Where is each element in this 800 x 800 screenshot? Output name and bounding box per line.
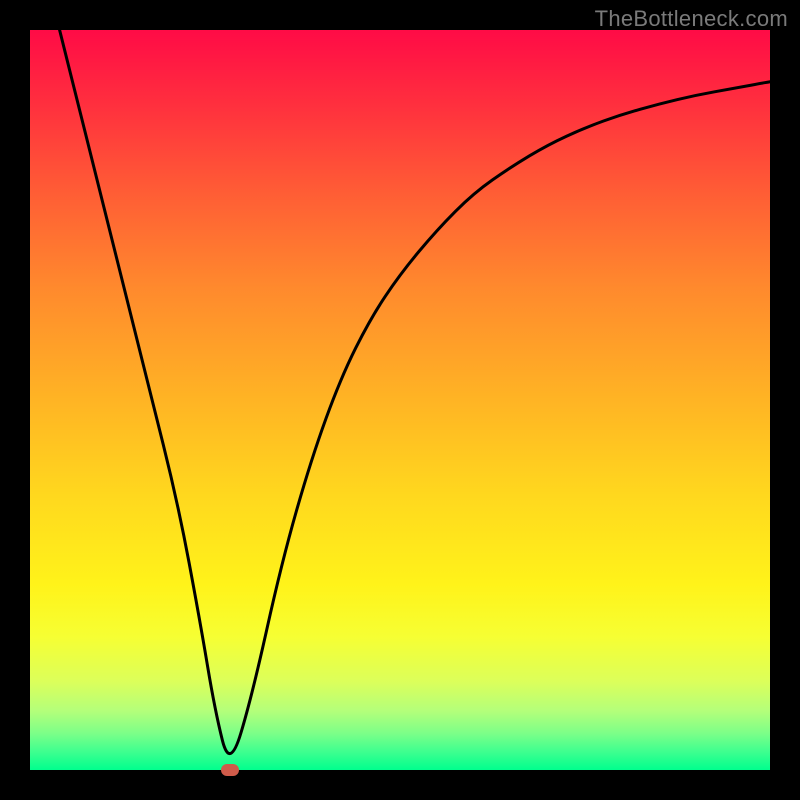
watermark-text: TheBottleneck.com [595, 6, 788, 32]
curve-path [60, 30, 770, 754]
bottleneck-curve [30, 30, 770, 770]
optimum-marker [221, 764, 239, 776]
chart-frame: TheBottleneck.com [0, 0, 800, 800]
plot-area [30, 30, 770, 770]
